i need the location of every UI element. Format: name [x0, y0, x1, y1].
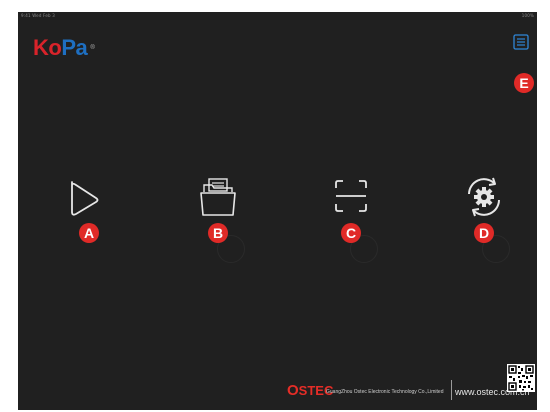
marker-a: A	[79, 223, 99, 243]
folder-button[interactable]	[192, 172, 248, 228]
marker-d: D	[474, 223, 494, 243]
menu-button[interactable]	[512, 33, 530, 51]
scan-button[interactable]	[324, 172, 380, 228]
footer-divider	[451, 380, 452, 400]
logo-pa: Pa	[61, 35, 88, 60]
folder-icon	[200, 178, 236, 216]
list-menu-icon	[513, 34, 529, 50]
settings-gear-icon	[468, 177, 500, 217]
status-battery: 100%	[521, 13, 534, 18]
marker-c: C	[341, 223, 361, 243]
play-icon	[71, 181, 99, 216]
qr-code-icon	[508, 365, 534, 391]
status-time: 9:41 Wed Feb 3	[21, 13, 55, 18]
company-name: GuangZhou Ostec Electronic Technology Co…	[326, 389, 444, 395]
brand-initial: O	[287, 382, 299, 399]
scan-icon	[335, 180, 367, 212]
kopa-logo: KoPa ®	[33, 35, 95, 60]
marker-b: B	[208, 223, 228, 243]
play-button[interactable]	[56, 172, 112, 228]
qr-code	[507, 364, 535, 392]
marker-e: E	[514, 73, 534, 93]
settings-button[interactable]	[456, 172, 512, 228]
registered-mark: ®	[90, 45, 95, 51]
logo-ko: Ko	[33, 35, 62, 60]
app-screen: 9:41 Wed Feb 3 100% KoPa ® E A B C D OST…	[18, 12, 537, 410]
status-bar: 9:41 Wed Feb 3 100%	[18, 12, 537, 20]
